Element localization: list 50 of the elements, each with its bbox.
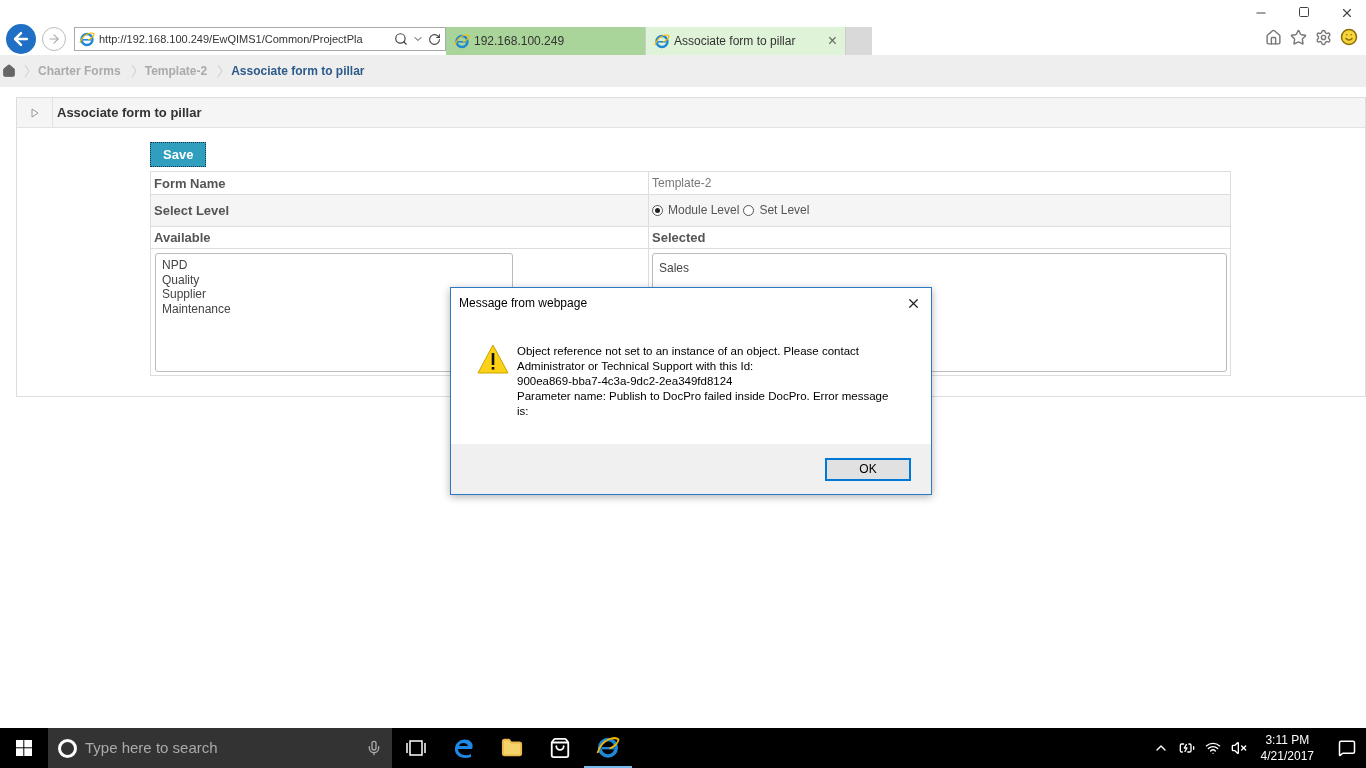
task-view-icon[interactable]: [406, 740, 426, 756]
panel-title: Associate form to pillar: [56, 103, 202, 122]
list-item[interactable]: Quality: [162, 272, 506, 288]
windows-icon: [16, 740, 32, 756]
column-header: Selected: [651, 229, 707, 247]
store-icon[interactable]: [549, 737, 571, 759]
tab-icon: [454, 33, 470, 49]
dialog-message: Parameter name: Publish to DocPro failed inside DocPro. Error message is:: [517, 389, 890, 419]
separator-icon: [217, 64, 224, 78]
back-arrow-icon: [11, 29, 31, 49]
close-icon[interactable]: [1340, 6, 1354, 20]
browser-tab[interactable]: Associate form to pillar ×: [646, 27, 846, 55]
favorites-icon[interactable]: [1290, 28, 1307, 46]
tab-icon: [654, 33, 670, 49]
address-text: http://192.168.100.249/EwQIMS1/Common/ProjectPla: [99, 31, 364, 47]
field-label: Select Level: [151, 195, 649, 227]
ok-button[interactable]: OK: [825, 457, 911, 481]
folder-icon[interactable]: [501, 737, 523, 759]
warning-icon: [477, 344, 509, 374]
taskbar-search-field[interactable]: Type here to search: [48, 728, 392, 768]
site-icon: [79, 31, 95, 47]
field-label: Form Name: [151, 172, 649, 195]
settings-icon[interactable]: [1315, 28, 1332, 46]
list-item[interactable]: Sales: [659, 259, 1220, 278]
address-bar[interactable]: http://192.168.100.249/EwQIMS1/Common/ProjectPla: [74, 27, 446, 51]
form-name-value: Template-2: [651, 175, 713, 193]
column-header: Available: [151, 227, 649, 249]
dialog-message: 900ea869-bba7-4c3a-9dc2-2ea349fd8124: [517, 374, 734, 389]
level-radio[interactable]: Module Level: [652, 201, 740, 220]
close-tab-button[interactable]: ×: [827, 29, 837, 53]
separator-icon: [24, 64, 30, 78]
ie-taskbar-icon[interactable]: [596, 735, 620, 759]
restore-icon[interactable]: [1298, 6, 1310, 18]
breadcrumb-link[interactable]: Associate form to pillar: [231, 62, 365, 80]
notifications-icon[interactable]: [1338, 739, 1356, 757]
list-item[interactable]: NPD: [162, 258, 506, 273]
level-radio[interactable]: Set Level: [743, 201, 810, 220]
refresh-icon[interactable]: [428, 32, 441, 46]
wifi-icon[interactable]: [1204, 740, 1221, 756]
mic-icon[interactable]: [366, 740, 382, 756]
smiley-icon[interactable]: [1340, 28, 1358, 46]
cortana-icon: [58, 738, 77, 758]
separator-icon: [130, 64, 137, 78]
browser-tab[interactable]: 192.168.100.249: [446, 27, 646, 55]
clock[interactable]: 3:11 PM 4/21/2017: [1256, 732, 1318, 764]
forward-arrow-icon: [47, 32, 61, 46]
search-icon[interactable]: [394, 32, 408, 46]
home-icon[interactable]: [2, 64, 16, 78]
home-icon[interactable]: [1265, 28, 1282, 46]
volume-muted-icon[interactable]: [1230, 740, 1247, 756]
